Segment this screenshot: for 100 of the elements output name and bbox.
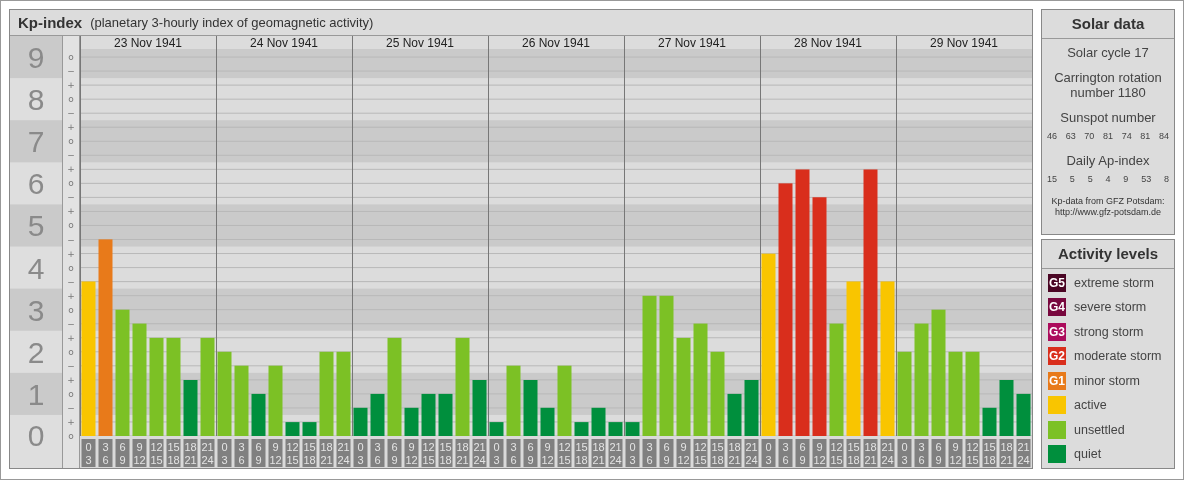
bar — [625, 422, 640, 436]
minor-tick-label: o — [68, 431, 74, 441]
date-label: 26 Nov 1941 — [521, 36, 591, 50]
minor-tick-label: + — [67, 374, 75, 385]
y-axis-label: 3 — [27, 293, 45, 327]
bar — [285, 422, 300, 436]
date-label: 24 Nov 1941 — [249, 36, 319, 50]
ap-value: 8 — [1163, 174, 1169, 184]
x-tick-label: 6 9 — [527, 441, 534, 466]
level-label: strong storm — [1074, 324, 1144, 339]
minor-tick-label: o — [68, 388, 74, 399]
date-label: 27 Nov 1941 — [657, 36, 727, 50]
ap-value: 53 — [1141, 174, 1152, 184]
date-label: 29 Nov 1941 — [929, 36, 999, 50]
sunspot-heading: Sunspot number — [1060, 110, 1156, 125]
minor-tick-label: + — [67, 416, 75, 427]
y-axis-label: 6 — [27, 167, 45, 201]
minor-tick-label: − — [67, 192, 75, 203]
storm-badge: G2 — [1048, 347, 1066, 365]
x-tick-label: 0 3 — [901, 441, 908, 466]
x-tick-label: 0 3 — [85, 441, 92, 466]
minor-tick-label: − — [67, 318, 75, 329]
bar — [999, 380, 1014, 436]
bar — [183, 380, 198, 436]
panel-title: Activity levels — [1042, 239, 1174, 269]
minor-tick-label: − — [67, 150, 75, 161]
minor-tick-label: o — [68, 262, 74, 273]
x-tick-label: 0 3 — [765, 441, 772, 466]
minor-tick-label: o — [68, 304, 74, 315]
minor-tick-label: + — [67, 290, 75, 301]
x-tick-label: 3 6 — [238, 441, 245, 466]
minor-tick-label: + — [67, 206, 75, 217]
bar — [744, 380, 759, 436]
level-label: unsettled — [1074, 422, 1125, 437]
storm-badge: G3 — [1048, 322, 1066, 341]
minor-tick-label: + — [67, 248, 75, 259]
minor-tick-label: − — [67, 234, 75, 245]
credit-text: Kp-data from GFZ Potsdam: — [1051, 196, 1165, 207]
x-tick-label: 3 6 — [510, 441, 517, 466]
bar — [302, 422, 317, 436]
panel-title: Solar data — [1042, 10, 1174, 39]
minor-tick-label: − — [67, 276, 75, 287]
date-label: 25 Nov 1941 — [385, 36, 455, 50]
y-axis-label: 7 — [27, 125, 45, 159]
x-tick-label: 6 9 — [935, 441, 942, 466]
x-tick-label: 0 3 — [221, 441, 228, 466]
minor-tick-label: + — [67, 164, 75, 175]
minor-tick-label: o — [68, 52, 74, 63]
minor-tick-label: o — [68, 94, 74, 105]
solar-cycle-text: Solar cycle 17 — [1067, 45, 1149, 60]
level-label: severe storm — [1074, 300, 1147, 314]
storm-badge: G4 — [1048, 298, 1066, 316]
date-label: 28 Nov 1941 — [793, 36, 863, 50]
date-label: 23 Nov 1941 — [113, 36, 183, 50]
y-axis-label: 4 — [27, 251, 45, 285]
sunspot-value: 46 — [1047, 131, 1057, 141]
x-tick-label: 6 9 — [255, 441, 262, 466]
minor-tick-label: − — [67, 66, 75, 77]
y-axis-label: 5 — [27, 209, 45, 243]
x-tick-label: 6 9 — [391, 441, 398, 466]
sunspot-value: 81 — [1140, 131, 1151, 141]
y-axis-label: 9 — [27, 41, 45, 75]
ap-value: 9 — [1123, 174, 1129, 184]
credit-url: http://www.gfz-potsdam.de — [1054, 207, 1161, 218]
bar — [523, 380, 538, 436]
x-tick-label: 3 6 — [374, 441, 381, 466]
x-tick-label: 0 3 — [357, 441, 364, 466]
level-label: extreme storm — [1074, 275, 1154, 290]
x-tick-label: 0 3 — [629, 441, 636, 466]
minor-tick-label: − — [67, 360, 75, 371]
minor-tick-label: o — [68, 178, 74, 189]
x-tick-label: 6 9 — [119, 441, 126, 466]
bar — [574, 422, 589, 436]
level-label: minor storm — [1074, 373, 1140, 388]
x-tick-label: 3 6 — [782, 441, 789, 466]
minor-tick-label: o — [68, 346, 74, 357]
x-tick-label: 6 9 — [799, 441, 806, 466]
x-tick-label: 3 6 — [918, 441, 925, 466]
x-tick-label: 3 6 — [646, 441, 653, 466]
ap-value: 5 — [1069, 174, 1075, 184]
bar — [608, 422, 623, 436]
storm-badge: G5 — [1048, 273, 1066, 292]
sunspot-value: 74 — [1121, 131, 1132, 141]
level-label: active — [1074, 398, 1107, 412]
y-axis-label: 8 — [27, 83, 45, 117]
y-axis-label: 0 — [27, 419, 45, 452]
x-tick-label: 3 6 — [102, 441, 109, 466]
bar — [489, 422, 504, 436]
minor-tick-label: + — [67, 122, 75, 133]
level-label: moderate storm — [1074, 349, 1162, 363]
ap-value: 5 — [1087, 174, 1093, 184]
y-axis-label: 1 — [27, 377, 45, 411]
minor-tick-label: − — [67, 108, 75, 119]
sunspot-value: 84 — [1158, 131, 1169, 141]
x-tick-label: 6 9 — [663, 441, 670, 466]
y-axis-label: 2 — [27, 335, 45, 369]
ap-value: 15 — [1047, 174, 1057, 184]
minor-tick-label: o — [68, 220, 74, 231]
chart-title: Kp-index — [18, 14, 83, 31]
bar — [472, 380, 487, 436]
